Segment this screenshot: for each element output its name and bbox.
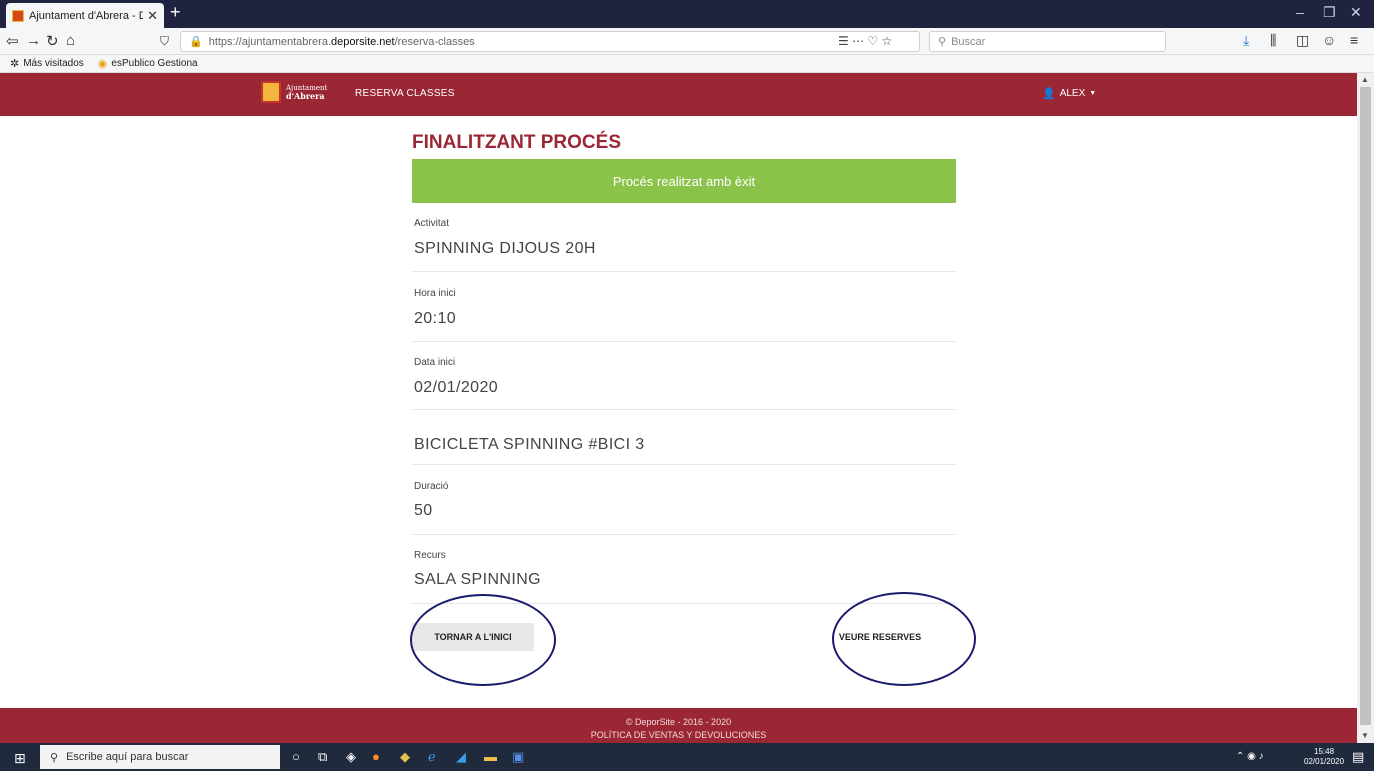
url-scheme: https://ajuntamentabrera. [208, 35, 331, 48]
url-host: deporsite.net [331, 35, 395, 48]
back-to-home-button[interactable]: TORNAR A L'INICI [412, 623, 534, 651]
notifications-icon[interactable]: ▤ [1352, 749, 1364, 765]
file-explorer-icon[interactable]: ▬ [484, 749, 497, 764]
back-icon[interactable]: ⇦ [6, 32, 19, 50]
firefox-icon[interactable]: ● [372, 749, 380, 764]
page-scrollbar[interactable]: ▲ ▼ [1357, 73, 1374, 743]
search-bar[interactable]: ⚲ Buscar [929, 31, 1166, 52]
site-logo[interactable]: Ajuntament d'Abrera [261, 81, 327, 103]
tab-close-icon[interactable]: ✕ [147, 8, 158, 24]
field-data-inici: Data inici 02/01/2020 [412, 342, 956, 410]
search-icon: ⚲ [938, 36, 947, 48]
scroll-down-icon[interactable]: ▼ [1361, 731, 1369, 740]
tab-title: Ajuntament d'Abrera - DeporSi [29, 9, 144, 22]
page-actions-icon[interactable]: ☰ ⋯ ♡ ☆ [838, 34, 892, 48]
cortana-icon[interactable]: ○ [292, 749, 300, 764]
nav-reserva-classes[interactable]: RESERVA CLASSES [355, 88, 455, 99]
download-icon[interactable]: ⤓ [1243, 32, 1249, 49]
search-placeholder: Buscar [951, 35, 986, 48]
bookmarks-bar: ✲ Más visitados ◉ esPublico Gestiona [0, 55, 1374, 73]
bookmark-espublico[interactable]: ◉ esPublico Gestiona [98, 57, 198, 70]
site-footer: © DeporSite - 2016 - 2020 POLÍTICA DE VE… [0, 708, 1357, 743]
reload-icon[interactable]: ↻ [46, 32, 59, 50]
url-path: /reserva-classes [394, 35, 475, 48]
search-icon: ⚲ [50, 751, 59, 764]
taskbar-clock[interactable]: 15:48 02/01/2020 [1304, 747, 1344, 767]
field-activitat: Activitat SPINNING DIJOUS 20H [412, 203, 956, 272]
menu-icon[interactable]: ≡ [1350, 32, 1358, 48]
app-people-icon[interactable]: ◈ [346, 749, 356, 765]
scroll-thumb[interactable] [1360, 87, 1371, 725]
app-window-icon[interactable]: ▣ [512, 749, 524, 765]
field-hora-inici: Hora inici 20:10 [412, 272, 956, 342]
url-bar[interactable]: 🔒 https://ajuntamentabrera. deporsite.net… [180, 31, 920, 52]
view-reservations-button[interactable]: VEURE RESERVES [830, 623, 930, 651]
footer-copyright: © DeporSite - 2016 - 2020 [625, 717, 732, 727]
system-tray-icons[interactable]: ⌃ ◉ ♪ [1236, 751, 1264, 762]
user-menu[interactable]: 👤 ALEX ▼ [1042, 87, 1096, 100]
caret-down-icon: ▼ [1089, 90, 1097, 97]
page-title: FINALITZANT PROCÉS [412, 132, 621, 153]
footer-policy-link[interactable]: POLÍTICA DE VENTAS Y DEVOLUCIONES [0, 730, 1357, 740]
new-tab-button[interactable]: + [170, 2, 181, 23]
windows-start-icon[interactable]: ⊞ [14, 750, 26, 767]
coat-of-arms-icon [261, 81, 281, 103]
lock-icon: 🔒 [189, 36, 203, 48]
site-header: Ajuntament d'Abrera RESERVA CLASSES 👤 AL… [0, 73, 1357, 116]
shield-icon[interactable]: ⛉ [160, 34, 169, 49]
user-name: ALEX [1059, 88, 1086, 99]
site-favicon-icon [12, 9, 24, 22]
forward-icon[interactable]: → [26, 32, 41, 49]
app-icon[interactable]: ◆ [400, 749, 410, 765]
field-duracio: Duració 50 [412, 465, 956, 535]
edge-icon[interactable]: ℯ [428, 749, 436, 765]
gear-icon: ✲ [10, 58, 20, 70]
taskbar-search-placeholder: Escribe aquí para buscar [66, 751, 189, 763]
browser-tab[interactable]: Ajuntament d'Abrera - DeporSi ✕ [6, 3, 164, 28]
field-bicicleta: BICICLETA SPINNING #BICI 3 [412, 410, 956, 465]
restore-icon[interactable]: ❐ [1323, 4, 1336, 21]
windows-taskbar: ⊞ ⚲ Escribe aquí para buscar ○ ⧉ ◈ ● ◆ ℯ… [0, 743, 1374, 771]
browser-tab-bar: Ajuntament d'Abrera - DeporSi ✕ + – ❐ ✕ [0, 0, 1374, 28]
home-icon[interactable]: ⌂ [66, 32, 75, 49]
user-icon: 👤 [1042, 88, 1056, 100]
scroll-up-icon[interactable]: ▲ [1361, 75, 1369, 84]
taskbar-search[interactable]: ⚲ Escribe aquí para buscar [40, 745, 280, 769]
minimize-icon[interactable]: – [1296, 4, 1304, 20]
task-view-icon[interactable]: ⧉ [318, 749, 327, 765]
close-window-icon[interactable]: ✕ [1350, 4, 1362, 21]
field-recurs: Recurs SALA SPINNING [412, 535, 956, 604]
library-icon[interactable]: ⫼ [1270, 32, 1276, 49]
account-icon[interactable]: ☺ [1322, 32, 1336, 48]
app-blue-icon[interactable]: ◢ [456, 749, 466, 765]
espublico-icon: ◉ [97, 58, 108, 70]
bookmark-most-visited[interactable]: ✲ Más visitados [10, 57, 84, 70]
browser-nav-bar: ⇦ → ↻ ⌂ ⛉ 🔒 https://ajuntamentabrera. dep… [0, 28, 1374, 55]
success-alert: Procés realitzat amb èxit [412, 159, 956, 203]
sidebar-icon[interactable]: ◫ [1296, 32, 1309, 49]
